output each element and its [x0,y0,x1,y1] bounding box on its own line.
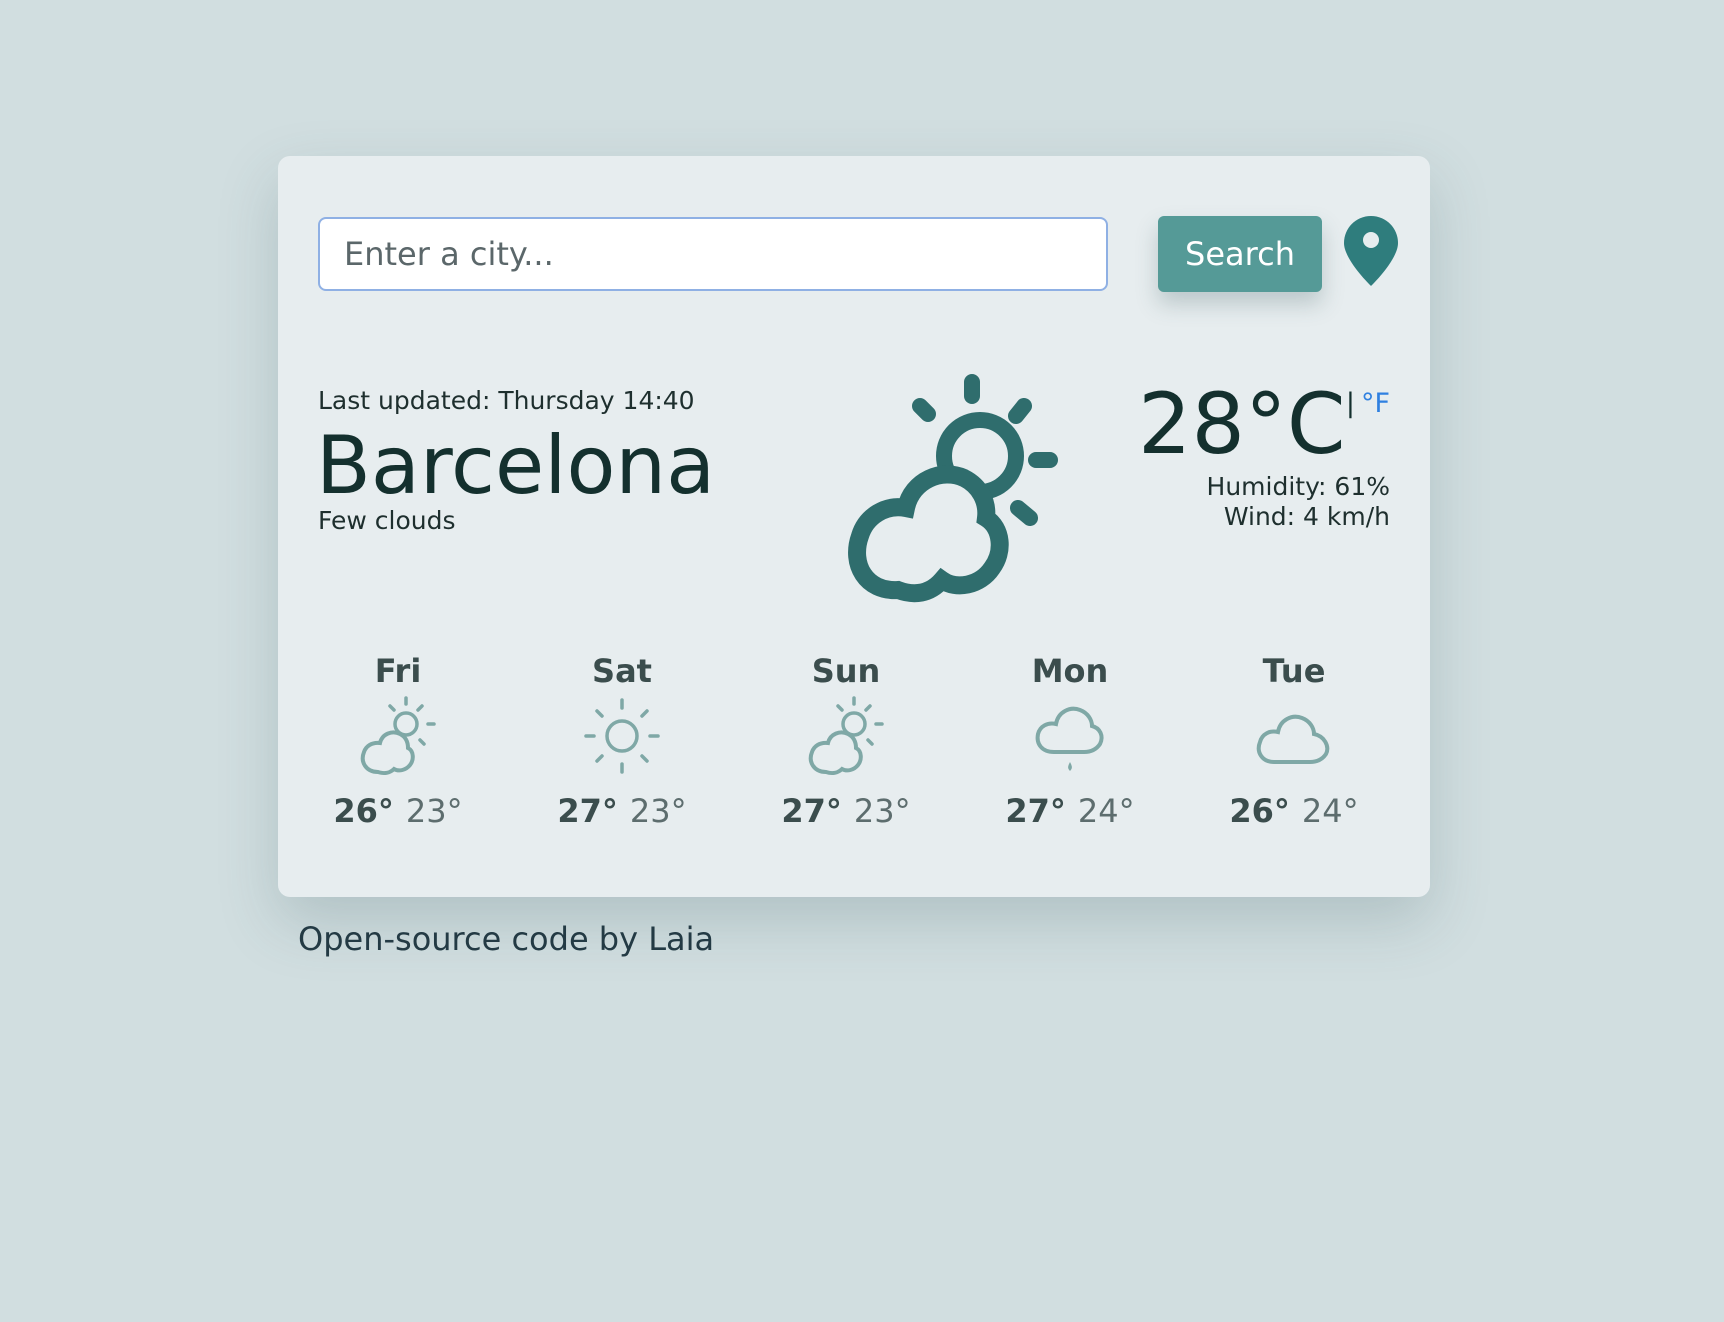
forecast-day: Sun 27° 23° [756,652,936,852]
footer: Open-source code by Laia [298,920,714,958]
sun-icon [584,698,660,774]
forecast-temps: 27° 23° [756,792,936,830]
forecast-day-name: Fri [374,652,422,690]
forecast-max: 26° [333,792,394,830]
forecast-day-name: Sun [811,652,881,690]
last-updated-text: Last updated: Thursday 14:40 [318,386,695,415]
forecast-row: Fri 26° 23° Sat 27° 23° Sun 27° 23° Mon … [308,652,1428,852]
forecast-min: 23° [405,792,463,830]
forecast-min: 24° [1077,792,1135,830]
forecast-temps: 26° 23° [308,792,488,830]
city-search-input[interactable] [318,217,1108,291]
current-temperature: 28°C [1138,375,1346,473]
current-location-button[interactable] [1342,214,1400,288]
forecast-min: 24° [1301,792,1359,830]
forecast-min: 23° [853,792,911,830]
open-source-link[interactable]: Open-source code by Laia [298,920,714,958]
partly-cloudy-icon [808,696,884,775]
partly-cloudy-icon [360,696,436,775]
weather-description: Few clouds [318,506,456,535]
rain-cloud-icon [1035,706,1104,771]
forecast-max: 27° [781,792,842,830]
cloud-icon [1256,714,1330,764]
forecast-min: 23° [629,792,687,830]
forecast-max: 27° [557,792,618,830]
forecast-temps: 26° 24° [1204,792,1384,830]
forecast-temps: 27° 23° [532,792,712,830]
forecast-max: 26° [1229,792,1290,830]
forecast-max: 27° [1005,792,1066,830]
forecast-day: Tue 26° 24° [1204,652,1384,852]
forecast-day-name: Sat [592,652,652,690]
forecast-day: Fri 26° 23° [308,652,488,852]
forecast-day: Mon 27° 24° [980,652,1160,852]
forecast-day-name: Mon [1031,652,1109,690]
forecast-day: Sat 27° 23° [532,652,712,852]
humidity-text: Humidity: 61% [1206,472,1390,501]
city-name: Barcelona [316,419,716,512]
partly-cloudy-icon [848,374,1058,603]
unit-separator: | [1345,388,1355,419]
unit-switch: | °F [1346,388,1390,419]
map-pin-icon [1344,216,1398,286]
forecast-temps: 27° 24° [980,792,1160,830]
search-button[interactable]: Search [1158,216,1322,292]
fahrenheit-link[interactable]: °F [1361,388,1390,419]
wind-text: Wind: 4 km/h [1223,502,1390,531]
weather-card: Search Last updated: Thursday 14:40 Barc… [278,156,1430,897]
forecast-day-name: Tue [1262,652,1326,690]
